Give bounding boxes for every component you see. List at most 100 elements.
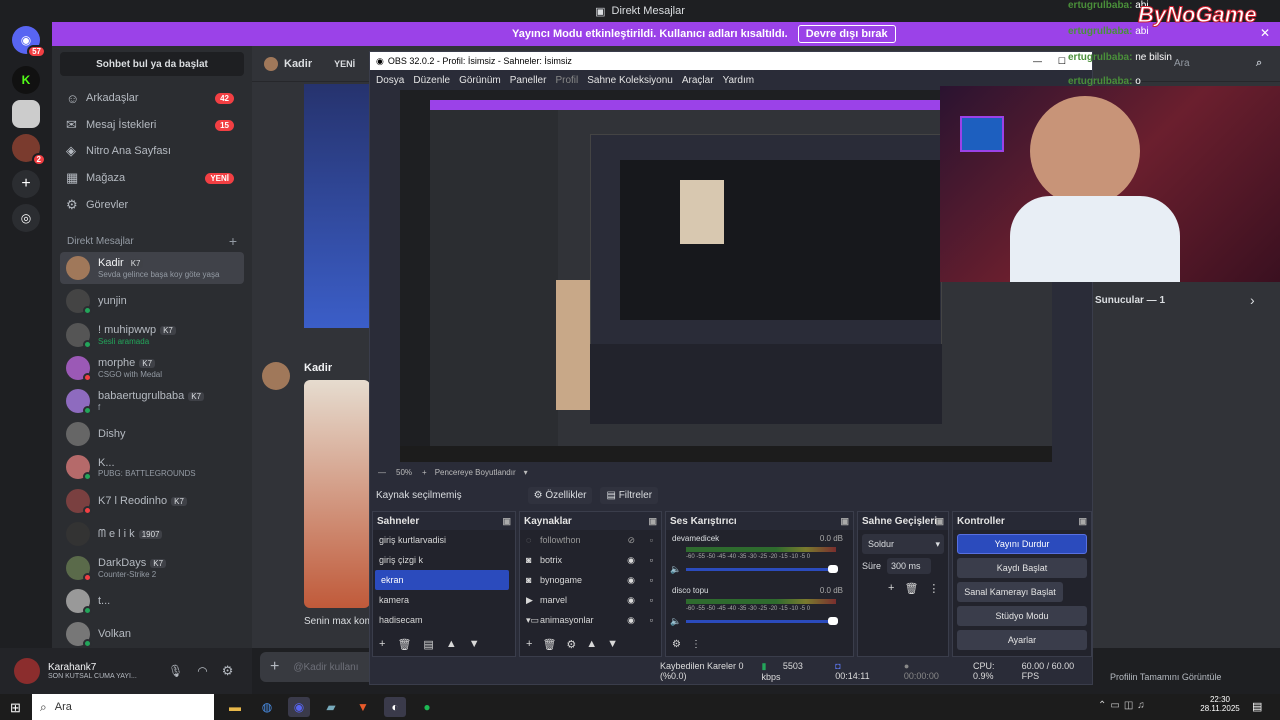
filters-button[interactable]: ▤ Filtreler <box>600 486 659 504</box>
trash-icon[interactable]: 🗑 <box>397 638 411 651</box>
disable-button[interactable]: Devre dışı bırak <box>797 25 896 43</box>
nav-friends[interactable]: ☺ Arkadaşlar 42 <box>60 86 244 110</box>
windows-start-icon[interactable]: ⊞ <box>10 700 21 716</box>
transition-select[interactable]: Soldur ▾ <box>862 534 944 554</box>
lock-icon[interactable]: ▫ <box>650 615 653 625</box>
view-full-profile[interactable]: Profilin Tamamını Görüntüle <box>1110 672 1221 682</box>
dm-item[interactable]: Dishy <box>60 418 244 450</box>
settings-button[interactable]: Ayarlar <box>957 630 1087 650</box>
dm-item[interactable]: babaertugrulbaba K7 f <box>60 385 244 417</box>
add-attachment-icon[interactable]: + <box>270 658 279 676</box>
lock-icon[interactable]: ▫ <box>650 535 653 545</box>
message-input[interactable]: + @Kadir kullanı <box>260 652 377 682</box>
dm-item[interactable]: yunjin <box>60 285 244 317</box>
zoom-out-icon[interactable]: — <box>378 468 386 477</box>
eye-icon[interactable]: ◉ <box>627 595 635 606</box>
headphones-icon[interactable]: ◠ <box>197 664 207 678</box>
kick-server-icon[interactable]: K <box>12 66 40 94</box>
speaker-icon[interactable]: 🔈 <box>670 616 681 627</box>
dm-item[interactable]: ! muhipwwp K7 Sesli aramada <box>60 319 244 351</box>
stop-streaming-button[interactable]: Yayını Durdur <box>957 534 1087 554</box>
nav-quests[interactable]: ⚙ Görevler <box>60 193 244 217</box>
system-tray-icons[interactable]: ⌃▭◫♫ <box>1098 700 1149 711</box>
eye-icon[interactable]: ◉ <box>627 575 635 586</box>
notification-icon[interactable]: ▤ <box>1252 700 1262 713</box>
server-icon[interactable] <box>12 100 40 128</box>
source-item[interactable]: marvel <box>540 595 567 605</box>
taskbar-search[interactable]: ⌕ Ara <box>32 694 214 720</box>
arrow-down-icon[interactable]: ▼ <box>607 638 618 650</box>
menu-edit[interactable]: Düzenle <box>413 75 450 86</box>
start-recording-button[interactable]: Kaydı Başlat <box>957 558 1087 578</box>
trash-icon[interactable]: 🗑 <box>542 638 556 651</box>
dm-item[interactable]: K7 l Reodinho K7 <box>60 485 244 517</box>
menu-docks[interactable]: Paneller <box>510 75 547 86</box>
arrow-up-icon[interactable]: ▲ <box>446 638 457 650</box>
menu-scene-collection[interactable]: Sahne Koleksiyonu <box>587 75 673 86</box>
dm-item[interactable]: Volkan <box>60 618 244 650</box>
find-conversation-button[interactable]: Sohbet bul ya da başlat <box>60 52 244 76</box>
avatar[interactable] <box>14 658 40 684</box>
chrome-icon[interactable]: ◍ <box>256 697 278 717</box>
source-item[interactable]: botrix <box>540 555 562 565</box>
scene-item[interactable]: giriş çizgi k <box>373 550 515 570</box>
dm-item[interactable]: DarkDays K7 Counter-Strike 2 <box>60 552 244 584</box>
advanced-audio-icon[interactable]: ⚙ <box>672 639 681 650</box>
dm-item[interactable]: t... <box>60 585 244 617</box>
gear-icon[interactable]: ⚙ <box>566 638 576 651</box>
menu-help[interactable]: Yardım <box>723 75 755 86</box>
microphone-icon[interactable]: 🎙 <box>168 664 183 678</box>
fit-to-window[interactable]: Pencereye Boyutlandır <box>435 468 516 477</box>
discord-home-icon[interactable]: ◉ 57 <box>12 26 46 58</box>
zoom-in-icon[interactable]: + <box>422 468 427 477</box>
properties-button[interactable]: ⚙ Özellikler <box>527 486 593 504</box>
source-item[interactable]: bynogame <box>540 575 582 585</box>
scene-item[interactable]: giriş kurtlarvadisi <box>373 530 515 550</box>
discord-icon[interactable]: ◉ <box>288 697 310 717</box>
lock-icon[interactable]: ▫ <box>650 575 653 585</box>
arrow-down-icon[interactable]: ▼ <box>469 638 480 650</box>
brave-icon[interactable]: ▼ <box>352 697 374 717</box>
add-icon[interactable]: + <box>379 638 385 650</box>
undock-icon[interactable]: ▣ <box>840 516 849 527</box>
file-explorer-icon[interactable]: ▬ <box>224 697 246 717</box>
more-icon[interactable]: ⋮ <box>691 639 701 650</box>
mutual-servers[interactable]: Sunucular — 1 <box>1095 295 1165 306</box>
studio-mode-button[interactable]: Stüdyo Modu <box>957 606 1087 626</box>
dm-item[interactable]: K... PUBG: BATTLEGROUNDS <box>60 451 244 483</box>
scene-item-selected[interactable]: ekran <box>375 570 509 590</box>
obs-icon[interactable]: ◐ <box>384 697 406 717</box>
eye-icon[interactable]: ◉ <box>627 615 635 626</box>
volume-slider[interactable] <box>686 620 838 623</box>
dm-item[interactable]: ᗰ e l i k 1907 <box>60 518 244 550</box>
menu-file[interactable]: Dosya <box>376 75 404 86</box>
scene-item[interactable]: kamera <box>373 590 515 610</box>
duration-input[interactable]: 300 ms <box>887 558 932 574</box>
lock-icon[interactable]: ▫ <box>650 555 653 565</box>
minimize-icon[interactable]: — <box>1033 56 1042 66</box>
slider-handle[interactable] <box>828 617 838 625</box>
filter-icon[interactable]: ▤ <box>423 638 433 651</box>
nav-shop[interactable]: ▦ Mağaza YENİ <box>60 166 244 190</box>
trash-icon[interactable]: 🗑 <box>904 582 918 595</box>
eye-hidden-icon[interactable]: ⊘ <box>627 535 635 546</box>
menu-view[interactable]: Görünüm <box>459 75 501 86</box>
dm-item[interactable]: Kadir K7 Sevda gelince başa koy göte yaşa <box>60 252 244 284</box>
menu-tools[interactable]: Araçlar <box>682 75 714 86</box>
lock-icon[interactable]: ▫ <box>650 595 653 605</box>
close-icon[interactable]: ✕ <box>1260 26 1270 40</box>
chevron-down-icon[interactable]: ▾ <box>524 468 528 477</box>
add-icon[interactable]: + <box>526 638 532 650</box>
add-dm-icon[interactable]: + <box>229 233 237 249</box>
start-virtual-camera-button[interactable]: Sanal Kamerayı Başlat <box>957 582 1063 602</box>
message-image[interactable] <box>304 380 370 608</box>
more-icon[interactable]: ⋮ <box>928 582 939 595</box>
undock-icon[interactable]: ▣ <box>935 516 944 527</box>
dm-item[interactable]: morphe K7 CSGO with Medal <box>60 352 244 384</box>
volume-slider[interactable] <box>686 568 838 571</box>
slider-handle[interactable] <box>828 565 838 573</box>
scene-item[interactable]: hadisecam <box>373 610 515 630</box>
source-item[interactable]: followthon <box>540 535 581 545</box>
explore-icon[interactable]: ◎ <box>12 204 40 232</box>
nav-nitro[interactable]: ◈ Nitro Ana Sayfası <box>60 139 244 163</box>
